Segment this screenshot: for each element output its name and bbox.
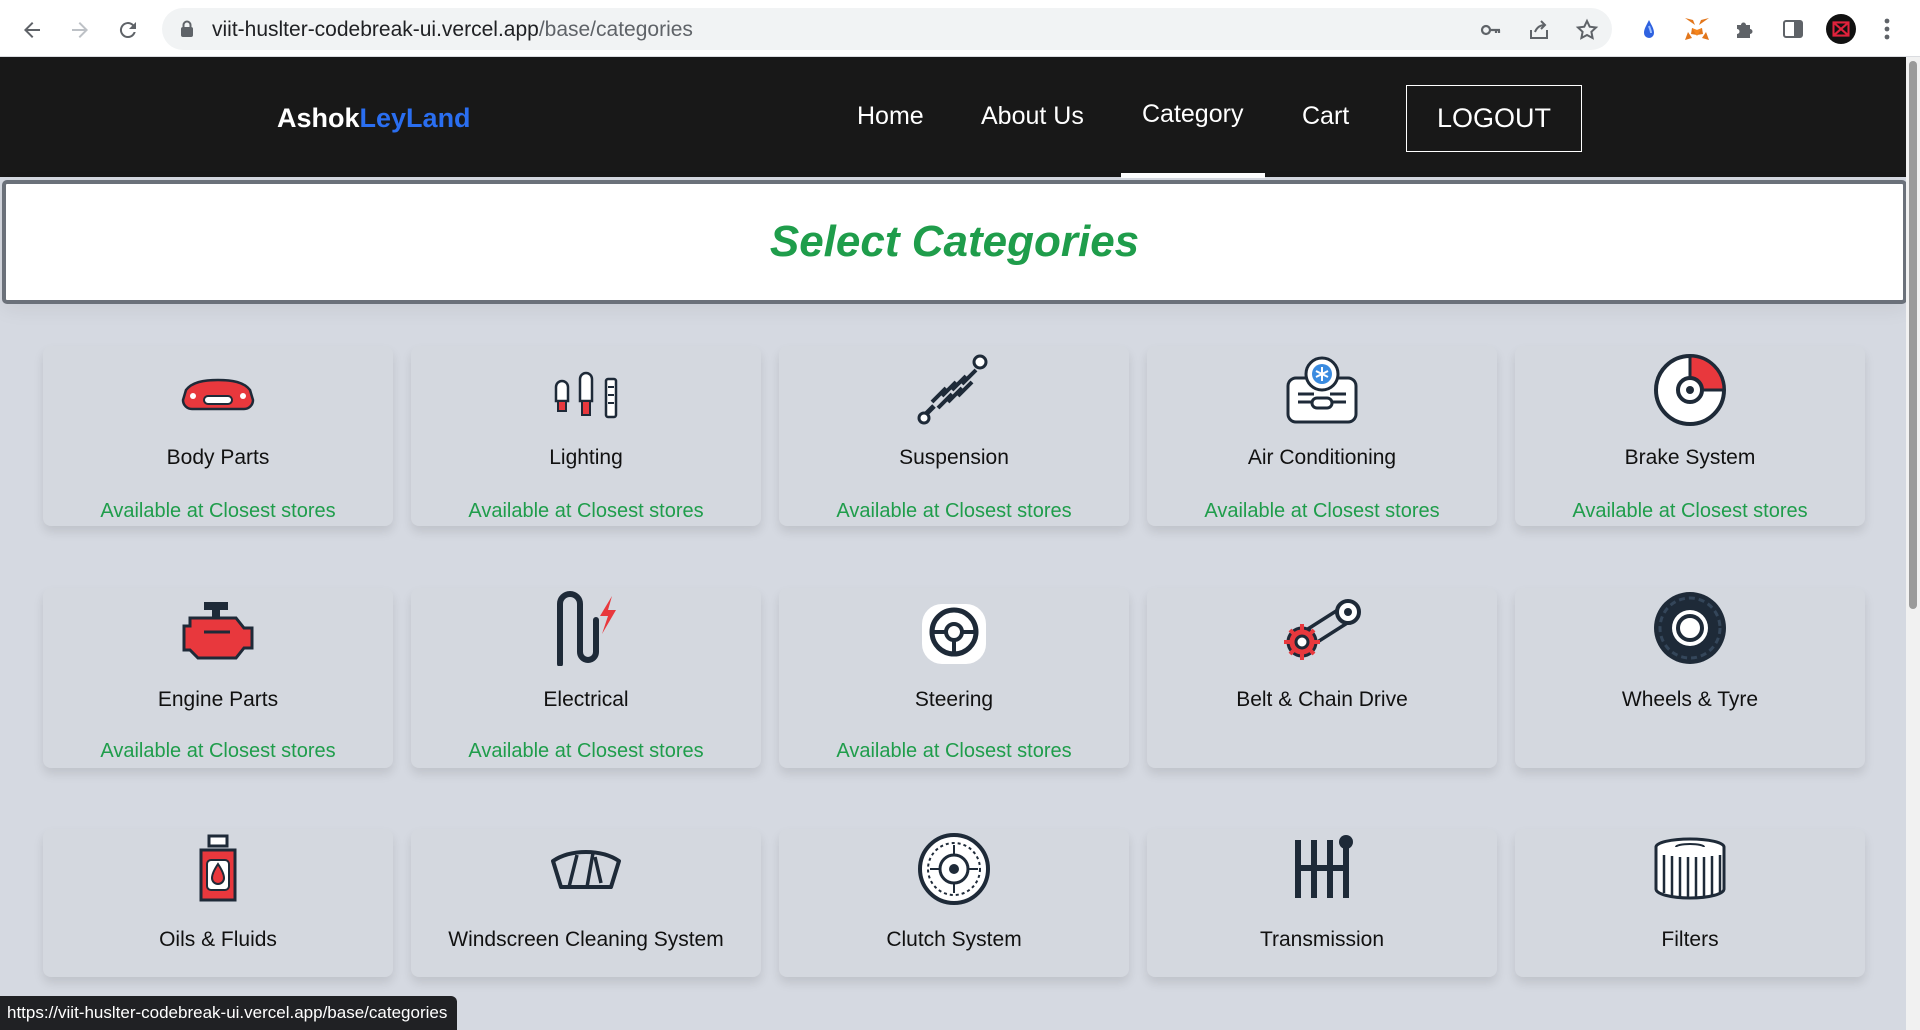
category-name: Steering [914,688,994,711]
category-name: Oils & Fluids [159,928,277,951]
share-icon[interactable] [1526,17,1552,43]
category-name: Electrical [543,688,629,711]
category-card-transmission[interactable]: Transmission [1147,829,1497,977]
bulb-icon [546,356,626,436]
category-card-brake-system[interactable]: Brake System Available at Closest stores [1515,346,1865,526]
puzzle-extensions-icon[interactable] [1730,14,1760,44]
category-name: Air Conditioning [1247,446,1397,469]
category-name: Transmission [1259,928,1385,951]
logout-button[interactable]: LOGOUT [1406,85,1582,152]
category-card-belt-chain-drive[interactable]: Belt & Chain Drive [1147,588,1497,768]
category-name: Body Parts [166,446,270,469]
category-card-suspension[interactable]: Suspension Available at Closest stores [779,346,1129,526]
availability-text: Available at Closest stores [100,500,336,522]
lock-icon [180,20,194,43]
category-card-oils-fluids[interactable]: Oils & Fluids [43,829,393,977]
availability-text: Available at Closest stores [836,740,1072,762]
category-card-clutch-system[interactable]: Clutch System [779,829,1129,977]
availability-text: Available at Closest stores [468,500,704,522]
category-name: Filters [1661,928,1719,951]
extension-drop-icon[interactable] [1634,14,1664,44]
tyre-icon [1650,588,1730,668]
metamask-fox-icon[interactable] [1682,14,1712,44]
belt-drive-icon [1282,588,1362,668]
profile-avatar-icon[interactable] [1826,14,1856,44]
link-status-bar: https://viit-huslter-codebreak-ui.vercel… [0,996,458,1030]
category-name: Suspension [899,446,1009,469]
availability-text: Available at Closest stores [1204,500,1440,522]
bookmark-star-icon[interactable] [1574,17,1600,43]
brake-disc-icon [1650,350,1730,430]
category-name: Brake System [1624,446,1756,469]
category-name: Lighting [549,446,623,469]
page-scrollbar[interactable] [1906,57,1920,1030]
spring-icon [914,348,994,428]
electrical-icon [546,588,626,668]
browser-toolbar: viit-huslter-codebreak-ui.vercel.app/bas… [0,0,1920,57]
category-name: Clutch System [886,928,1022,951]
category-card-filters[interactable]: Filters [1515,829,1865,977]
clutch-icon [914,829,994,909]
nav-category[interactable]: Category [1142,100,1243,129]
nav-about-us[interactable]: About Us [981,102,1084,131]
back-icon[interactable] [14,12,50,48]
category-card-lighting[interactable]: Lighting Available at Closest stores [411,346,761,526]
url-text: viit-huslter-codebreak-ui.vercel.app/bas… [212,18,693,41]
availability-text: Available at Closest stores [836,500,1072,522]
category-card-steering[interactable]: Steering Available at Closest stores [779,588,1129,768]
gear-shift-icon [1282,829,1362,909]
oil-bottle-icon [178,829,258,909]
category-name: Windscreen Cleaning System [448,928,724,951]
category-card-air-conditioning[interactable]: Air Conditioning Available at Closest st… [1147,346,1497,526]
category-card-windscreen-cleaning[interactable]: Windscreen Cleaning System [411,829,761,977]
category-card-body-parts[interactable]: Body Parts Available at Closest stores [43,346,393,526]
category-card-engine-parts[interactable]: Engine Parts Available at Closest stores [43,588,393,768]
scrollbar-thumb[interactable] [1909,61,1917,609]
ac-unit-icon [1282,350,1362,430]
category-card-electrical[interactable]: Electrical Available at Closest stores [411,588,761,768]
category-name: Engine Parts [157,688,279,711]
browser-menu-icon[interactable] [1872,14,1902,44]
availability-text: Available at Closest stores [100,740,336,762]
key-icon[interactable] [1478,17,1504,43]
engine-icon [178,592,258,672]
nav-cart[interactable]: Cart [1302,102,1349,131]
category-name: Wheels & Tyre [1621,688,1759,711]
nav-home[interactable]: Home [857,102,924,131]
category-card-wheels-tyre[interactable]: Wheels & Tyre [1515,588,1865,768]
reload-icon[interactable] [110,12,146,48]
active-nav-indicator [1121,173,1265,178]
wiper-icon [546,829,626,909]
title-banner: Select Categories [2,180,1907,304]
availability-text: Available at Closest stores [1572,500,1808,522]
side-panel-icon[interactable] [1778,14,1808,44]
car-body-icon [178,356,258,436]
forward-icon[interactable] [62,12,98,48]
category-name: Belt & Chain Drive [1236,688,1408,711]
address-bar[interactable]: viit-huslter-codebreak-ui.vercel.app/bas… [162,8,1612,50]
steering-wheel-icon [914,592,994,672]
filter-icon [1650,829,1730,909]
availability-text: Available at Closest stores [468,740,704,762]
site-header: AshokLeyLand Home About Us Category Cart… [0,57,1906,178]
page-title: Select Categories [769,217,1140,266]
brand-logo[interactable]: AshokLeyLand [277,103,471,134]
